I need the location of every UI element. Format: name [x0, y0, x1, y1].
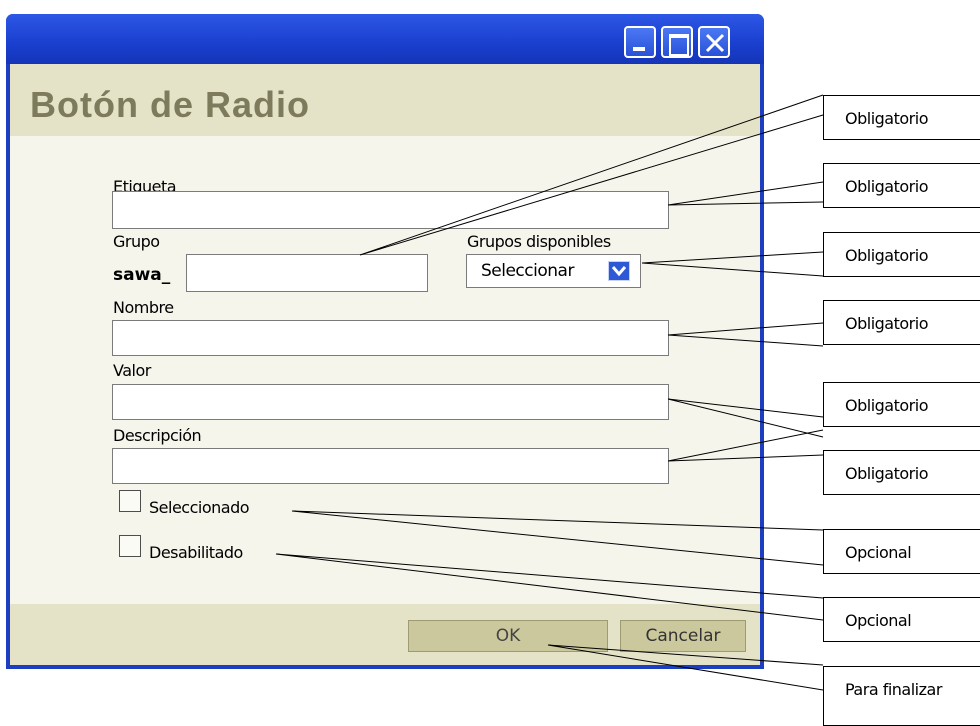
leader-lines [275, 94, 824, 691]
